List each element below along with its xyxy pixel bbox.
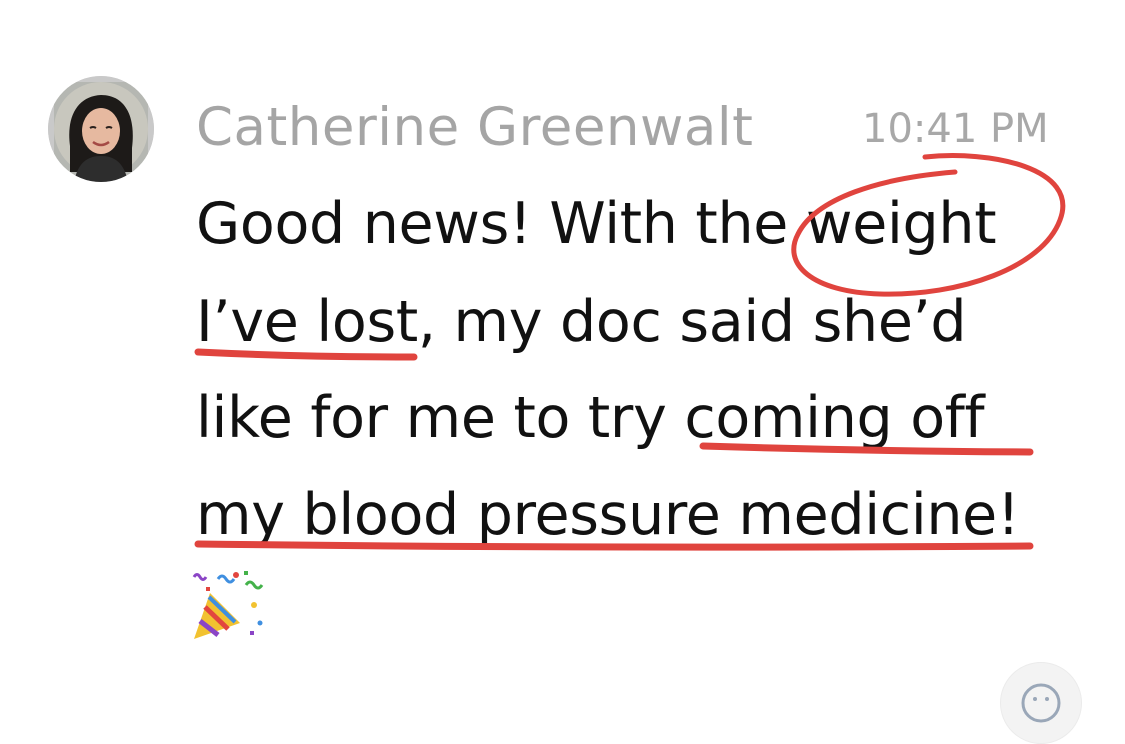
user-avatar-photo [48, 76, 154, 182]
message-line: my blood pressure medicine! [196, 482, 1020, 548]
message-timestamp: 10:41 PM [862, 106, 1049, 152]
add-reaction-button[interactable] [1000, 662, 1082, 744]
avatar[interactable] [48, 76, 154, 182]
message-line: I’ve lost, my doc said she’d [196, 289, 967, 355]
add-reaction-icon [1021, 683, 1061, 723]
message-line: Good news! With the weight [196, 191, 997, 257]
sender-name[interactable]: Catherine Greenwalt [196, 88, 753, 168]
party-popper-icon [192, 571, 264, 639]
message-line: like for me to try coming off [196, 385, 985, 451]
